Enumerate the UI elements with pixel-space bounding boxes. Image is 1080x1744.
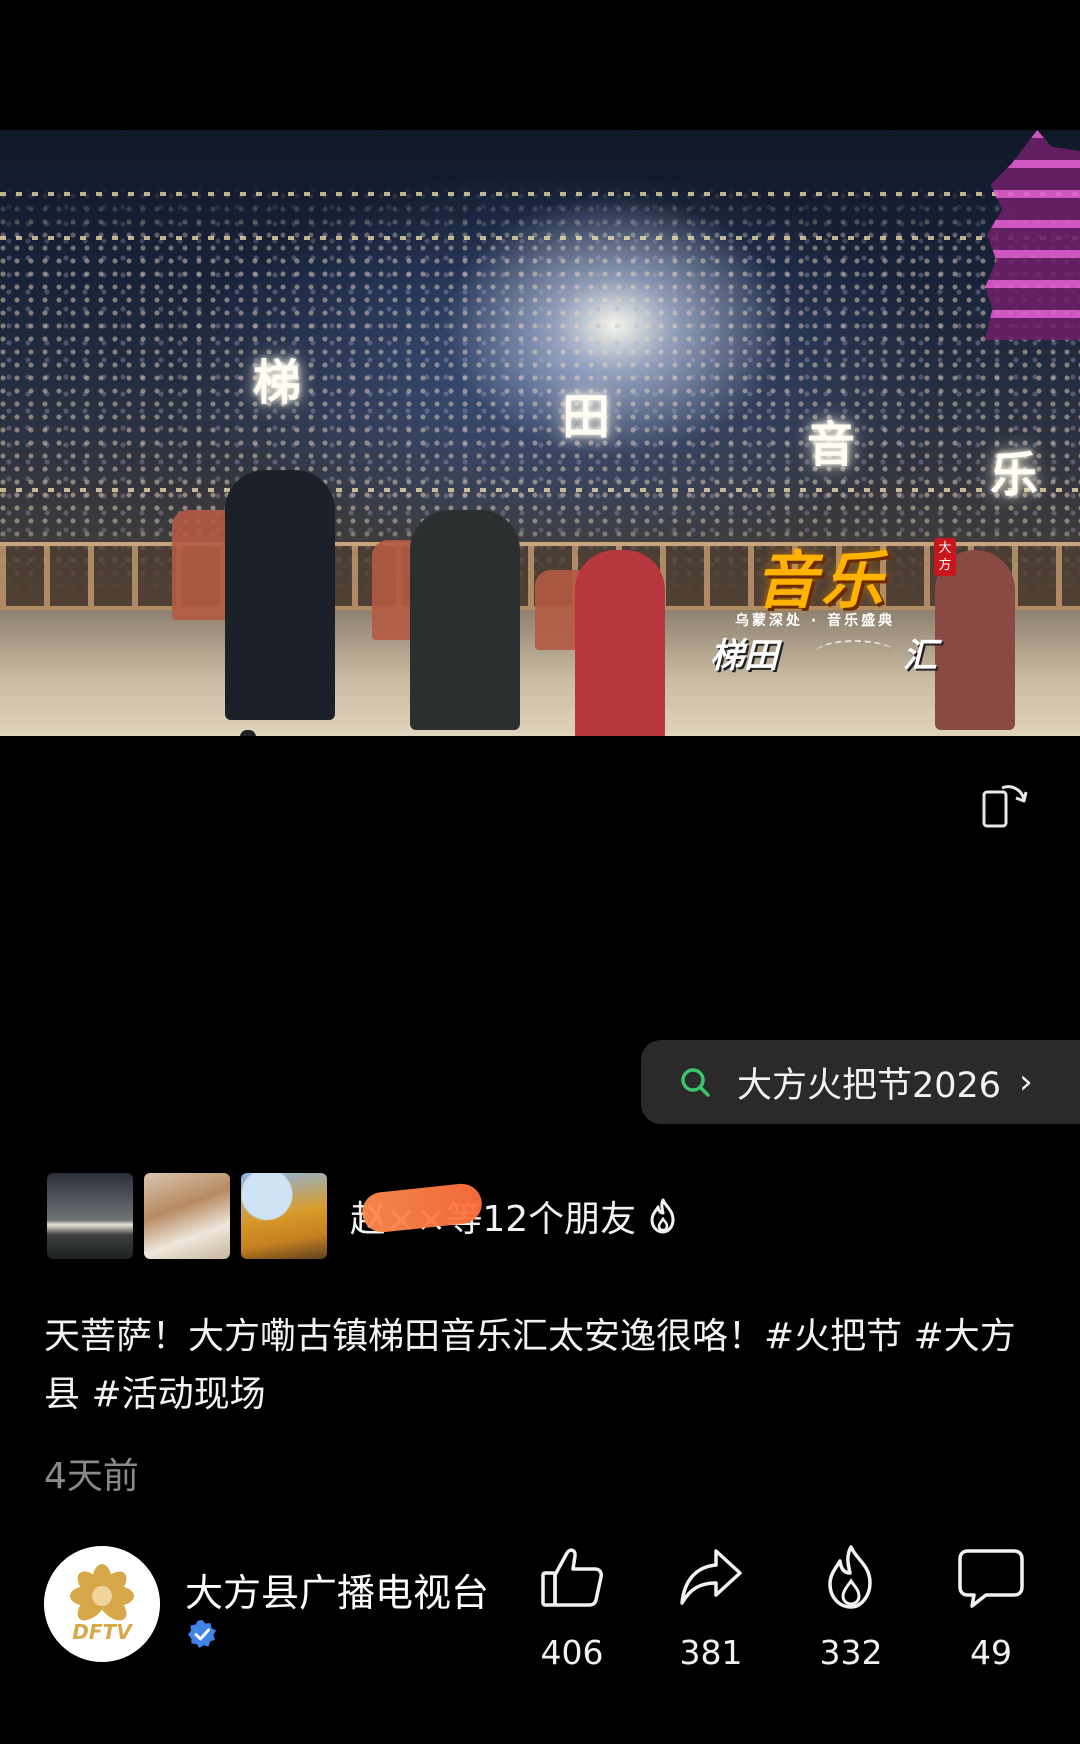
share-arrow-icon [680,1549,742,1605]
stage-char-4: 乐 [989,447,1038,503]
program-logo: 音乐 大方 乌蒙深处 · 音乐盛典 梯田 汇 [705,530,985,676]
hot-button[interactable]: 332 [801,1543,901,1672]
stand-lights [0,488,1080,492]
search-suggestion[interactable]: 大方火把节2026 › [641,1040,1080,1124]
friend-avatar[interactable] [241,1173,327,1259]
thumbs-up-icon [541,1548,603,1607]
video-player[interactable]: 梯 田 音 乐 音乐 大方 乌蒙深处 · 音乐盛典 梯田 汇 [0,130,1080,736]
stand-lights [0,192,1080,196]
performer [410,510,520,730]
stage-char-2: 田 [561,389,610,445]
logo-wave [815,640,895,666]
like-count: 406 [540,1633,604,1672]
stand-lights [0,236,1080,240]
logo-right-text: 汇 [903,636,937,676]
flame-icon [828,1545,872,1609]
friend-avatar[interactable] [47,1173,133,1259]
stage-char-1: 梯 [252,355,301,411]
comment-bubble-icon [958,1549,1024,1608]
post-time: 4天前 [44,1456,139,1497]
post-caption: 天菩萨！大方嘞古镇梯田音乐汇太安逸很咯！#火把节 #大方县 #活动现场 [44,1316,1016,1415]
logo-subtitle: 乌蒙深处 · 音乐盛典 [735,613,896,629]
performer [240,730,256,736]
comment-button[interactable]: 49 [941,1543,1041,1672]
dftv-logo: DFTV [44,1546,160,1662]
flame-icon [650,1198,675,1234]
search-query: 大方火把节2026 [737,1065,1002,1106]
performer [575,550,665,736]
avatar-text: DFTV [72,1620,133,1644]
comment-count: 49 [970,1633,1012,1672]
performer [225,470,335,720]
pagoda-image [985,130,1080,340]
rotate-screen-icon[interactable] [980,780,1032,832]
share-count: 381 [679,1633,743,1672]
logo-title: 音乐 [755,544,888,617]
hot-count: 332 [819,1633,883,1672]
verified-badge-icon [188,1620,216,1648]
stage-char-3: 音 [806,417,855,473]
logo-tag: 大方 [934,538,956,576]
like-button[interactable]: 406 [522,1543,622,1672]
logo-left-text: 梯田 [710,636,778,676]
account-avatar[interactable]: DFTV [44,1546,160,1662]
search-icon [681,1068,710,1097]
share-button[interactable]: 381 [661,1543,761,1672]
chevron-right-icon: › [1019,1062,1033,1102]
friend-avatar[interactable] [144,1173,230,1259]
account-name[interactable]: 大方县广播电视台 [185,1562,489,1617]
